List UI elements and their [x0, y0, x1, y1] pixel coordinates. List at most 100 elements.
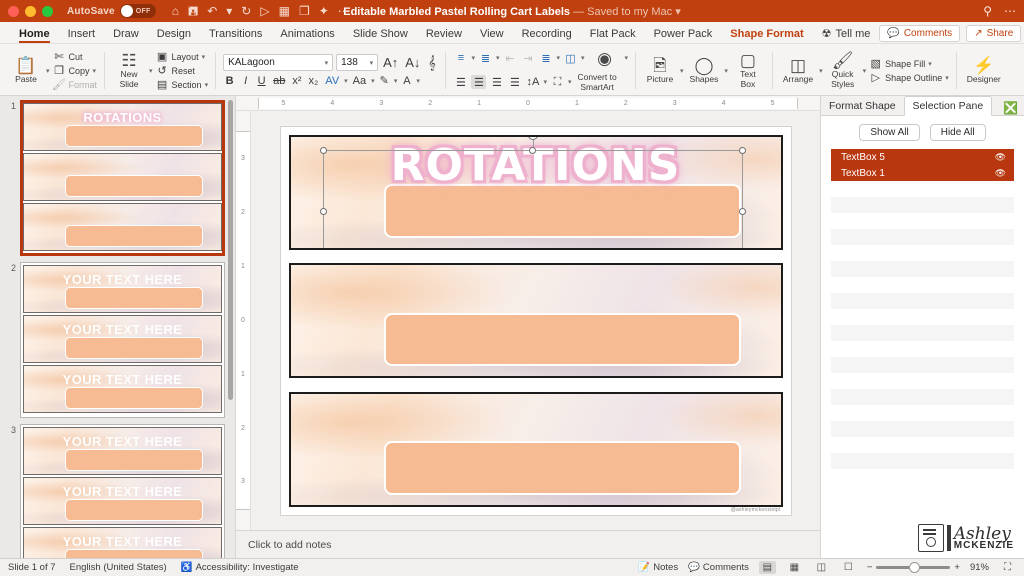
smartart-caret-icon[interactable]: ▾	[625, 54, 629, 62]
zoom-track[interactable]	[876, 566, 950, 569]
slide-thumbnail-3[interactable]: YOUR TEXT HERE YOUR TEXT HERE YOUR TEXT …	[20, 424, 225, 558]
bold-button[interactable]: B	[223, 75, 236, 87]
slide-thumbnail-pane[interactable]: 1 ROTATIONS	[0, 96, 236, 558]
slide-count-label[interactable]: Slide 1 of 7	[8, 562, 56, 573]
shape-fill-caret-icon[interactable]: ▾	[928, 60, 932, 68]
tab-format-shape[interactable]: Format Shape	[821, 97, 904, 115]
chevron-down-icon[interactable]: ▾	[370, 59, 374, 67]
present-icon[interactable]: ▷	[260, 5, 269, 17]
text-direction-caret-icon[interactable]: ▾	[543, 78, 547, 86]
subscript-button[interactable]: x₂	[307, 75, 321, 87]
bullets-caret-icon[interactable]: ▾	[471, 54, 475, 62]
tab-selection-pane[interactable]: Selection Pane	[904, 96, 993, 116]
numbering-icon[interactable]: ≣	[478, 51, 493, 65]
slide-title-text[interactable]: ROTATIONS	[291, 143, 781, 189]
redo-icon[interactable]: ↻	[241, 5, 251, 17]
overflow-icon[interactable]: ⋯	[338, 5, 350, 17]
font-name-combobox[interactable]: KALagoon ▾	[223, 54, 333, 71]
reading-view-button[interactable]: ◫	[813, 561, 830, 574]
columns-caret-icon[interactable]: ▾	[581, 54, 585, 62]
picture-button[interactable]: 🖻 Picture	[643, 56, 677, 85]
slide-label-1[interactable]: ROTATIONS ↻	[289, 135, 783, 250]
ellipsis-icon[interactable]: ⋯	[1004, 4, 1016, 18]
rotate-handle[interactable]: ↻	[528, 135, 538, 140]
arrange-caret-icon[interactable]: ▾	[819, 67, 823, 75]
tab-shape-format[interactable]: Shape Format	[721, 26, 812, 43]
slide-label2-pill[interactable]	[384, 313, 742, 366]
font-color-icon[interactable]: A	[400, 75, 413, 87]
selection-item-textbox-5[interactable]: TextBox 5 👁	[831, 149, 1014, 165]
tab-flat-pack[interactable]: Flat Pack	[581, 26, 645, 43]
tab-transitions[interactable]: Transitions	[200, 26, 271, 43]
align-text-caret-icon[interactable]: ▾	[568, 78, 572, 86]
chevron-down-icon[interactable]: ▾	[325, 59, 329, 67]
eye-icon[interactable]: 👁	[995, 168, 1006, 179]
autosave-toggle[interactable]: OFF	[120, 4, 156, 18]
slide-thumbnail-1[interactable]: ROTATIONS	[20, 100, 225, 256]
tab-insert[interactable]: Insert	[59, 26, 105, 43]
line-spacing-icon[interactable]: ≣	[538, 51, 553, 65]
show-all-button[interactable]: Show All	[859, 124, 919, 141]
columns-icon[interactable]: ◫	[563, 51, 578, 65]
section-button[interactable]: ▤ Section ▾	[156, 78, 209, 91]
font-color-caret-icon[interactable]: ▾	[416, 77, 420, 85]
text-direction-icon[interactable]: ↕A	[525, 75, 540, 89]
close-window-button[interactable]	[8, 6, 19, 17]
designer-button[interactable]: ⚡ Designer	[964, 56, 1004, 85]
tab-draw[interactable]: Draw	[104, 26, 148, 43]
smartart-icon[interactable]: ▦	[279, 5, 290, 17]
tab-recording[interactable]: Recording	[513, 26, 581, 43]
section-caret-icon[interactable]: ▾	[205, 81, 209, 89]
tab-view[interactable]: View	[471, 26, 513, 43]
zoom-in-button[interactable]: +	[954, 562, 960, 573]
strikethrough-button[interactable]: ab	[271, 75, 287, 87]
notes-pane[interactable]: Click to add notes	[236, 530, 820, 558]
decrease-indent-icon[interactable]: ⇤	[502, 51, 517, 65]
zoom-out-button[interactable]: −	[867, 562, 873, 573]
normal-view-button[interactable]: ▤	[759, 561, 776, 574]
slide-show-button[interactable]: ☐	[840, 561, 857, 574]
share-button[interactable]: ↗ Share	[966, 25, 1021, 42]
tab-animations[interactable]: Animations	[271, 26, 343, 43]
maximize-window-button[interactable]	[42, 6, 53, 17]
effects-icon[interactable]: ✦	[319, 5, 329, 17]
paste-caret-icon[interactable]: ▾	[46, 67, 50, 75]
selection-item-textbox-1[interactable]: TextBox 1 👁	[831, 165, 1014, 181]
tab-slide-show[interactable]: Slide Show	[344, 26, 417, 43]
layout-button[interactable]: ▣ Layout ▾	[156, 50, 209, 63]
line-spacing-caret-icon[interactable]: ▾	[556, 54, 560, 62]
font-size-combobox[interactable]: 138 ▾	[336, 54, 378, 71]
save-icon[interactable]: 🖪	[188, 5, 198, 17]
slide-canvas[interactable]: ROTATIONS ↻	[281, 127, 791, 515]
shape-fill-button[interactable]: ▧ Shape Fill ▾	[869, 57, 949, 70]
comments-toggle-button[interactable]: 💬 Comments	[688, 562, 749, 573]
format-painter-button[interactable]: 🖌 Format	[53, 78, 98, 91]
new-slide-caret-icon[interactable]: ▾	[149, 67, 153, 75]
paste-button[interactable]: 📋 Paste	[9, 56, 43, 85]
resize-handle-w[interactable]	[320, 208, 327, 215]
cut-button[interactable]: ✄ Cut	[53, 50, 98, 63]
case-caret-icon[interactable]: ▾	[371, 77, 375, 85]
italic-button[interactable]: I	[239, 75, 252, 87]
tab-home[interactable]: Home	[10, 26, 59, 43]
notes-toggle-button[interactable]: 📝 Notes	[638, 562, 678, 573]
tell-me-box[interactable]: ☢ Tell me	[813, 25, 880, 43]
increase-font-size-icon[interactable]: A↑	[381, 55, 400, 70]
thumbnail-scrollbar[interactable]	[228, 100, 233, 400]
search-icon[interactable]: ⚲	[983, 4, 992, 18]
hide-all-button[interactable]: Hide All	[930, 124, 986, 141]
character-spacing-button[interactable]: AV	[323, 75, 341, 87]
accessibility-status[interactable]: ♿ Accessibility: Investigate	[181, 562, 299, 573]
slide-canvas-area[interactable]: ROTATIONS ↻	[251, 111, 820, 530]
align-center-icon[interactable]: ☰	[471, 75, 486, 89]
duplicate-icon[interactable]: ❐	[299, 5, 310, 17]
zoom-knob[interactable]	[909, 562, 920, 573]
highlight-caret-icon[interactable]: ▾	[394, 77, 398, 85]
undo-caret-icon[interactable]: ▾	[226, 5, 232, 17]
superscript-button[interactable]: x²	[290, 75, 303, 87]
bullets-icon[interactable]: ≡	[453, 51, 468, 65]
tab-review[interactable]: Review	[417, 26, 471, 43]
reset-button[interactable]: ↺ Reset	[156, 64, 209, 77]
convert-to-smartart-button[interactable]: ◉	[588, 49, 622, 68]
shapes-caret-icon[interactable]: ▾	[724, 67, 728, 75]
